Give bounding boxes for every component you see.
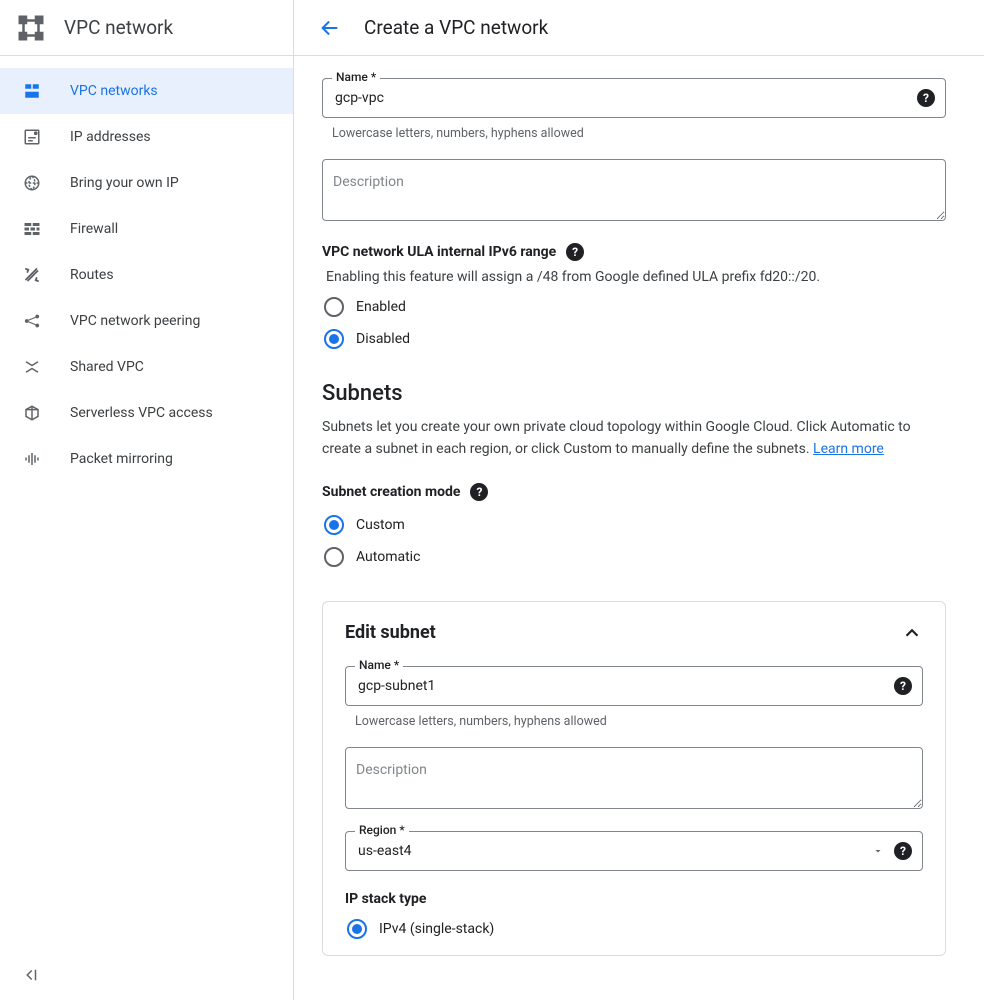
subnet-description-field: [345, 747, 923, 813]
sidebar-item-firewall[interactable]: Firewall: [0, 206, 293, 252]
firewall-icon: [22, 219, 42, 239]
sidebar-item-routes[interactable]: Routes: [0, 252, 293, 298]
sidebar-item-byoip[interactable]: Bring your own IP: [0, 160, 293, 206]
name-label: Name *: [332, 70, 380, 84]
help-icon[interactable]: ?: [894, 677, 912, 695]
subnet-mode-label-text: Subnet creation mode: [322, 484, 460, 500]
radio-icon: [324, 547, 344, 567]
nav-label: Bring your own IP: [70, 175, 179, 191]
subnet-card-title: Edit subnet: [345, 622, 436, 643]
nav-label: VPC network peering: [70, 313, 200, 329]
dropdown-icon: [872, 845, 884, 857]
ula-description: Enabling this feature will assign a /48 …: [326, 269, 946, 285]
collapse-sidebar-button[interactable]: [22, 966, 40, 984]
subnet-mode-label: Subnet creation mode ?: [322, 483, 946, 501]
nav-list: VPC networks IP addresses Bring your own…: [0, 56, 293, 482]
region-select[interactable]: us-east4 ?: [345, 831, 923, 871]
region-value: us-east4: [358, 843, 872, 859]
form-area: Name * ? Lowercase letters, numbers, hyp…: [294, 56, 974, 956]
page-title: Create a VPC network: [364, 16, 548, 39]
radio-label: Custom: [356, 517, 405, 533]
sidebar-item-serverless-vpc[interactable]: Serverless VPC access: [0, 390, 293, 436]
help-icon[interactable]: ?: [917, 89, 935, 107]
nav-label: Routes: [70, 267, 114, 283]
description-field: [322, 159, 946, 225]
nav-label: Shared VPC: [70, 359, 144, 375]
subnets-description: Subnets let you create your own private …: [322, 416, 946, 461]
vpc-logo-icon: [16, 13, 46, 43]
sidebar-item-ip-addresses[interactable]: IP addresses: [0, 114, 293, 160]
nav-label: Serverless VPC access: [70, 405, 213, 421]
subnet-description-input[interactable]: [345, 747, 923, 809]
edit-subnet-card: Edit subnet Name * ? Lowercase letters, …: [322, 601, 946, 956]
sidebar-item-peering[interactable]: VPC network peering: [0, 298, 293, 344]
sidebar-item-vpc-networks[interactable]: VPC networks: [0, 68, 293, 114]
chevron-up-icon[interactable]: [901, 622, 923, 644]
radio-icon: [324, 515, 344, 535]
ip-stack-ipv4-radio[interactable]: IPv4 (single-stack): [345, 913, 923, 945]
globe-icon: [22, 173, 42, 193]
sidebar-item-shared-vpc[interactable]: Shared VPC: [0, 344, 293, 390]
peering-icon: [22, 311, 42, 331]
subnet-mode-custom-radio[interactable]: Custom: [322, 509, 946, 541]
help-icon[interactable]: ?: [470, 483, 488, 501]
ula-label-text: VPC network ULA internal IPv6 range: [322, 244, 556, 260]
subnet-name-label: Name *: [355, 658, 403, 672]
routes-icon: [22, 265, 42, 285]
nav-label: Firewall: [70, 221, 118, 237]
learn-more-link[interactable]: Learn more: [813, 441, 884, 457]
name-field: Name * ?: [322, 78, 946, 118]
nav-label: VPC networks: [70, 83, 158, 99]
nav-label: IP addresses: [70, 129, 151, 145]
serverless-icon: [22, 403, 42, 423]
name-input[interactable]: [335, 80, 917, 116]
help-icon[interactable]: ?: [566, 243, 584, 261]
main-content: Create a VPC network Name * ? Lowercase …: [294, 0, 984, 1000]
ula-enabled-radio[interactable]: Enabled: [322, 291, 946, 323]
vpc-networks-icon: [22, 81, 42, 101]
ip-addresses-icon: [22, 127, 42, 147]
help-icon[interactable]: ?: [894, 842, 912, 860]
packet-mirroring-icon: [22, 449, 42, 469]
radio-label: Automatic: [356, 549, 420, 565]
region-label: Region *: [355, 823, 409, 837]
description-input[interactable]: [322, 159, 946, 221]
sidebar-item-packet-mirroring[interactable]: Packet mirroring: [0, 436, 293, 482]
ip-stack-label: IP stack type: [345, 891, 923, 907]
region-field: Region * us-east4 ?: [345, 831, 923, 871]
radio-icon: [324, 297, 344, 317]
name-helper-text: Lowercase letters, numbers, hyphens allo…: [332, 126, 946, 141]
ula-disabled-radio[interactable]: Disabled: [322, 323, 946, 355]
main-header: Create a VPC network: [294, 0, 984, 56]
subnet-name-field: Name * ?: [345, 666, 923, 706]
subnets-heading: Subnets: [322, 381, 946, 406]
subnet-card-header: Edit subnet: [345, 622, 923, 644]
radio-label: IPv4 (single-stack): [379, 921, 494, 937]
shared-vpc-icon: [22, 357, 42, 377]
radio-label: Disabled: [356, 331, 410, 347]
sidebar-title: VPC network: [64, 16, 173, 39]
subnet-name-input[interactable]: [358, 668, 894, 704]
subnet-mode-automatic-radio[interactable]: Automatic: [322, 541, 946, 573]
radio-label: Enabled: [356, 299, 406, 315]
radio-icon: [324, 329, 344, 349]
sidebar-header: VPC network: [0, 0, 293, 56]
nav-label: Packet mirroring: [70, 451, 173, 467]
back-button[interactable]: [314, 12, 346, 44]
subnet-name-helper: Lowercase letters, numbers, hyphens allo…: [355, 714, 923, 729]
radio-icon: [347, 919, 367, 939]
ula-section-label: VPC network ULA internal IPv6 range ?: [322, 243, 946, 261]
sidebar: VPC network VPC networks IP addresses Br…: [0, 0, 294, 1000]
